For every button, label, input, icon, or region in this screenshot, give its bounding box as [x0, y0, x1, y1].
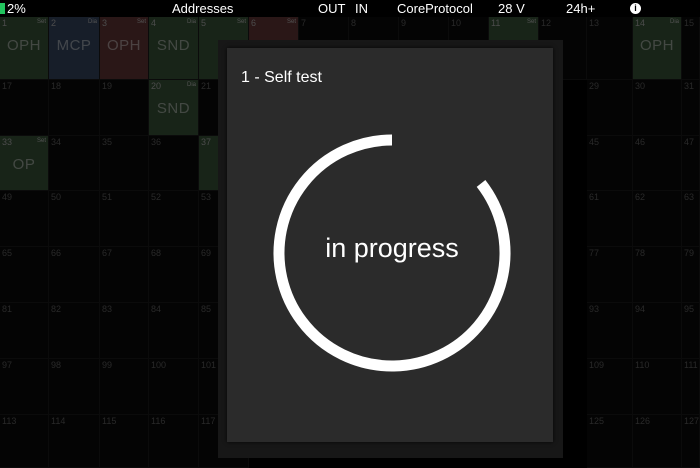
info-icon[interactable]: i [630, 3, 641, 14]
protocol-label: CoreProtocol [397, 1, 473, 16]
page-title: Addresses [172, 1, 234, 16]
battery-icon [0, 3, 5, 14]
status-bar: 2% Addresses OUT IN CoreProtocol 28 V 24… [0, 0, 700, 17]
uptime-readout: 24h+ [566, 1, 596, 16]
out-indicator: OUT [318, 1, 346, 16]
self-test-dialog: 1 - Self test in progress [227, 48, 553, 442]
voltage-readout: 28 V [498, 1, 525, 16]
battery-level: 2% [7, 1, 26, 16]
dialog-title: 1 - Self test [241, 69, 322, 86]
progress-status-text: in progress [325, 233, 459, 263]
in-indicator: IN [355, 1, 368, 16]
